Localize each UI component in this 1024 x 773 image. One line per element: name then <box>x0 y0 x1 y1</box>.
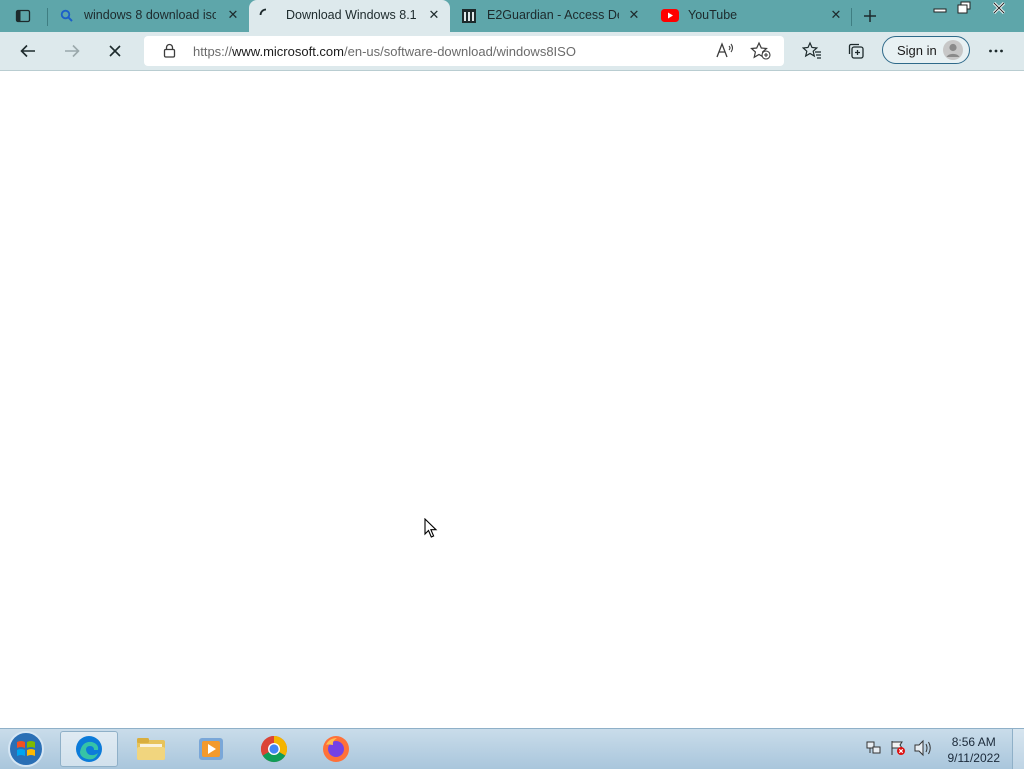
minimize-button[interactable] <box>929 1 951 15</box>
back-button[interactable] <box>13 36 43 66</box>
columns-building-icon <box>462 9 476 23</box>
more-dots-icon <box>989 49 1003 53</box>
restore-icon <box>957 1 971 14</box>
tab-download-windows[interactable]: Download Windows 8.1 Disc Image ✕ <box>249 0 450 32</box>
start-button[interactable] <box>6 730 46 768</box>
close-window-button[interactable] <box>978 1 1020 15</box>
close-tab-icon[interactable]: ✕ <box>625 6 643 24</box>
favorites-button[interactable] <box>797 36 827 66</box>
stop-loading-button[interactable] <box>100 36 130 66</box>
tab-title: Download Windows 8.1 Disc Image <box>286 8 420 22</box>
taskbar-firefox[interactable] <box>307 731 365 767</box>
folder-icon <box>137 738 165 760</box>
star-add-icon <box>750 41 771 60</box>
tab-search[interactable]: windows 8 download iso - Search ✕ <box>48 0 248 32</box>
tray-volume[interactable] <box>913 739 933 757</box>
tab-actions-icon <box>15 9 31 23</box>
read-aloud-button[interactable] <box>713 40 737 62</box>
lock-icon <box>163 43 176 58</box>
network-icon <box>866 741 881 754</box>
restore-button[interactable] <box>953 1 975 15</box>
clock-time: 8:56 AM <box>951 735 996 749</box>
tab-title: YouTube <box>688 8 738 22</box>
close-tab-icon[interactable]: ✕ <box>827 6 845 24</box>
add-favorite-button[interactable] <box>749 40 773 62</box>
tab-youtube[interactable]: YouTube ✕ <box>652 0 852 32</box>
tray-network[interactable] <box>865 739 883 757</box>
media-player-icon <box>199 738 223 760</box>
close-tab-icon[interactable]: ✕ <box>224 6 242 24</box>
tab-actions-button[interactable] <box>8 1 38 31</box>
stop-x-icon <box>109 45 121 57</box>
browser-toolbar: https://www.microsoft.com/en-us/software… <box>0 32 1024 71</box>
tab-e2guardian[interactable]: E2Guardian - Access Denied ✕ <box>451 0 651 32</box>
clock-date: 9/11/2022 <box>947 751 1001 765</box>
taskbar-edge[interactable] <box>60 731 118 767</box>
sign-in-button[interactable]: Sign in <box>882 36 970 64</box>
taskbar-media-player[interactable] <box>182 731 240 767</box>
new-tab-button[interactable] <box>855 1 885 31</box>
youtube-icon <box>661 9 679 22</box>
show-desktop-button[interactable] <box>1012 729 1024 769</box>
url-host: www.microsoft.com <box>232 44 344 59</box>
search-icon <box>60 9 73 22</box>
tab-title: E2Guardian - Access Denied <box>487 8 619 22</box>
windows-start-orb-icon <box>8 731 44 767</box>
mouse-pointer-icon <box>424 518 438 538</box>
forward-arrow-icon <box>65 44 80 58</box>
back-arrow-icon <box>20 44 35 58</box>
taskbar-chrome[interactable] <box>245 731 303 767</box>
tray-action-center[interactable] <box>889 739 907 757</box>
plus-icon <box>864 10 876 22</box>
speaker-icon <box>914 739 931 757</box>
loading-spinner-icon <box>259 8 267 16</box>
close-tab-icon[interactable]: ✕ <box>425 6 443 24</box>
tab-strip: windows 8 download iso - Search ✕ Downlo… <box>0 0 1024 32</box>
sign-in-label: Sign in <box>897 43 937 58</box>
page-content <box>0 71 1024 728</box>
edge-icon <box>76 736 102 762</box>
settings-more-button[interactable] <box>981 36 1011 66</box>
minimize-icon <box>933 8 947 13</box>
taskbar-file-explorer[interactable] <box>122 731 180 767</box>
address-bar[interactable]: https://www.microsoft.com/en-us/software… <box>144 36 784 66</box>
window-controls <box>926 1 1024 17</box>
firefox-icon <box>323 736 349 762</box>
avatar-icon <box>943 40 963 60</box>
close-window-icon <box>992 1 1006 15</box>
url-path: /en-us/software-download/windows8ISO <box>344 44 576 59</box>
url-prefix: https:// <box>193 44 233 59</box>
system-clock[interactable]: 8:56 AM 9/11/2022 <box>948 734 1001 766</box>
collections-button[interactable] <box>841 36 871 66</box>
url-text[interactable]: https://www.microsoft.com/en-us/software… <box>193 44 576 59</box>
taskbar: 8:56 AM 9/11/2022 <box>0 728 1024 769</box>
collections-icon <box>848 43 864 59</box>
chrome-icon <box>260 735 288 763</box>
favorites-icon <box>802 41 821 59</box>
tab-title: windows 8 download iso - Search <box>84 8 216 22</box>
read-aloud-icon <box>716 42 734 58</box>
flag-alert-icon <box>891 741 905 755</box>
forward-button[interactable] <box>57 36 87 66</box>
